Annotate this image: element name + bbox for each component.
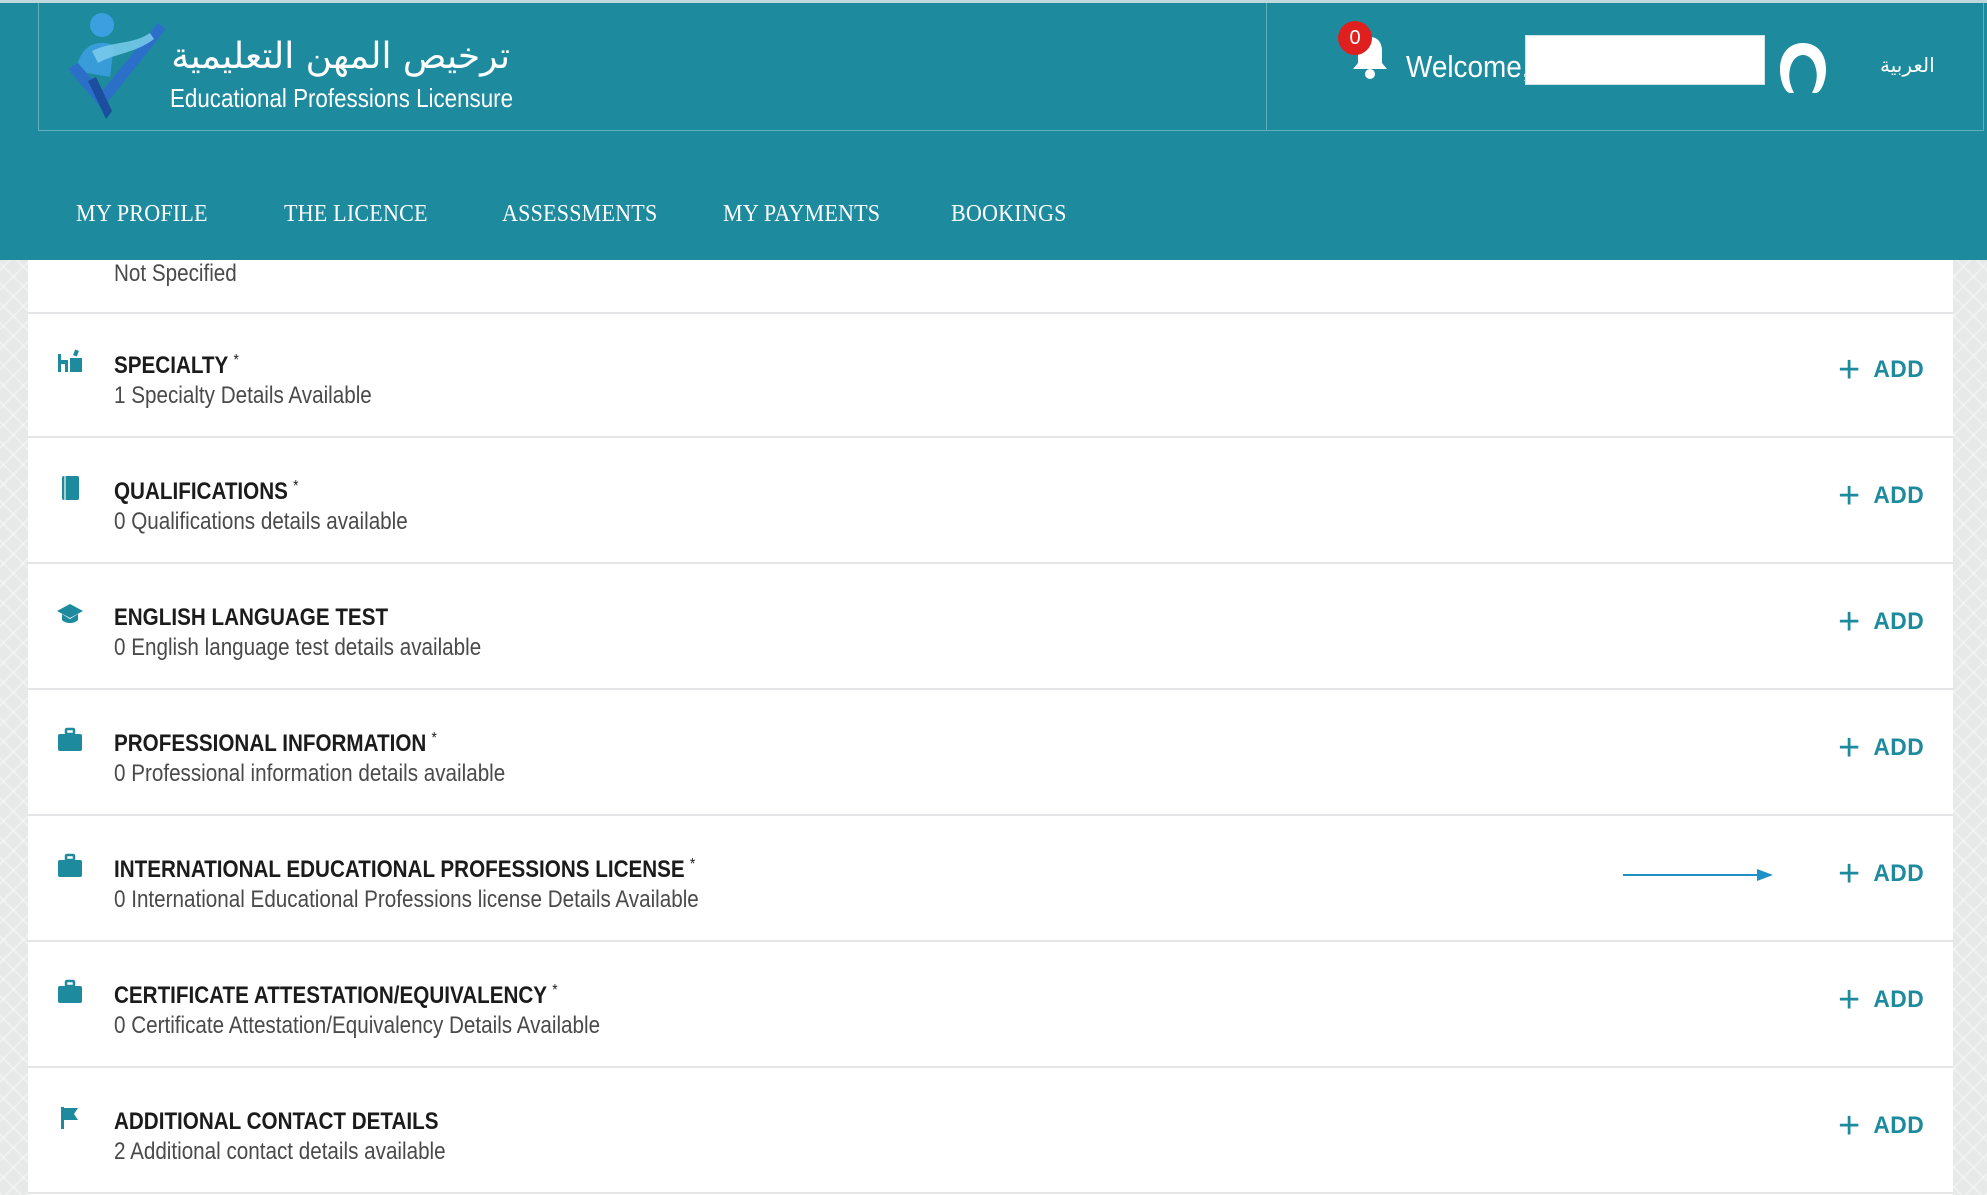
welcome-username — [1525, 35, 1765, 85]
add-additional-contact-button[interactable]: + ADD — [1838, 1106, 1926, 1146]
add-professional-information-button[interactable]: + ADD — [1838, 728, 1926, 768]
user-avatar-icon[interactable] — [1776, 39, 1830, 97]
notification-badge[interactable]: 0 — [1338, 21, 1372, 55]
section-row-qualifications: QUALIFICATIONS * 0 Qualifications details… — [28, 438, 1953, 564]
graduation-cap-icon — [57, 604, 83, 623]
section-row-international-license: INTERNATIONAL EDUCATIONAL PROFESSIONS LI… — [28, 816, 1953, 942]
nav-assessments[interactable]: ASSESSMENTS — [502, 201, 657, 228]
add-qualifications-button[interactable]: + ADD — [1838, 476, 1926, 516]
section-subtitle: 0 Certificate Attestation/Equivalency De… — [114, 1012, 601, 1039]
flag-icon — [61, 1107, 78, 1129]
section-row-certificate-attestation: CERTIFICATE ATTESTATION/EQUIVALENCY * 0 C… — [28, 942, 1953, 1068]
briefcase-icon — [58, 727, 82, 751]
section-subtitle: 0 Professional information details avail… — [114, 760, 506, 787]
add-english-test-button[interactable]: + ADD — [1838, 602, 1926, 642]
main-nav: MY PROFILE THE LICENCE ASSESSMENTS MY PA… — [0, 131, 1987, 263]
nav-bookings[interactable]: BOOKINGS — [951, 201, 1067, 228]
plus-icon: + — [1838, 853, 1861, 895]
section-row-specialty: SPECIALTY * 1 Specialty Details Available… — [28, 312, 1953, 438]
logo-icon[interactable] — [62, 11, 172, 123]
section-title: QUALIFICATIONS * — [114, 478, 299, 505]
nav-the-licence[interactable]: THE LICENCE — [284, 201, 428, 228]
section-row-additional-contact: ADDITIONAL CONTACT DETAILS 2 Additional … — [28, 1068, 1953, 1194]
section-row-professional-information: PROFESSIONAL INFORMATION * 0 Professional… — [28, 690, 1953, 816]
book-icon — [62, 476, 79, 500]
previous-section-value: Not Specified — [114, 260, 237, 287]
section-subtitle: 0 English language test details availabl… — [114, 634, 482, 661]
previous-section-remnant: Not Specified — [28, 260, 1953, 314]
annotation-arrow-icon — [1623, 869, 1773, 881]
logo-english-text: Educational Professions Licensure — [170, 83, 514, 113]
welcome-text: Welcome, — [1406, 49, 1530, 84]
add-certificate-attestation-button[interactable]: + ADD — [1838, 980, 1926, 1020]
plus-icon: + — [1838, 1105, 1861, 1147]
section-row-english-language-test: ENGLISH LANGUAGE TEST 0 English language… — [28, 564, 1953, 690]
briefcase-icon — [58, 979, 82, 1003]
add-specialty-button[interactable]: + ADD — [1838, 350, 1926, 390]
section-subtitle: 1 Specialty Details Available — [114, 382, 372, 409]
nav-my-profile[interactable]: MY PROFILE — [76, 201, 208, 228]
site-header: ترخيص المهن التعليمية Educational Profes… — [0, 0, 1987, 260]
nav-my-payments[interactable]: MY PAYMENTS — [723, 201, 880, 228]
logo-arabic-text: ترخيص المهن التعليمية — [171, 36, 510, 77]
plus-icon: + — [1838, 979, 1861, 1021]
section-subtitle: 2 Additional contact details available — [114, 1138, 446, 1165]
plus-icon: + — [1838, 601, 1861, 643]
section-title: INTERNATIONAL EDUCATIONAL PROFESSIONS LI… — [114, 856, 696, 883]
section-title: ENGLISH LANGUAGE TEST — [114, 604, 389, 631]
briefcase-icon — [58, 853, 82, 877]
section-title: SPECIALTY * — [114, 352, 239, 379]
section-subtitle: 0 Qualifications details available — [114, 508, 408, 535]
desk-chair-icon — [58, 349, 82, 372]
section-subtitle: 0 International Educational Professions … — [114, 886, 699, 913]
profile-panel: Not Specified SPECIALTY * 1 Specialty Det… — [28, 260, 1953, 1195]
section-title: CERTIFICATE ATTESTATION/EQUIVALENCY * — [114, 982, 558, 1009]
language-toggle[interactable]: العربية — [1880, 53, 1935, 77]
plus-icon: + — [1838, 475, 1861, 517]
add-international-license-button[interactable]: + ADD — [1838, 854, 1926, 894]
section-title: PROFESSIONAL INFORMATION * — [114, 730, 437, 757]
plus-icon: + — [1838, 727, 1861, 769]
section-title: ADDITIONAL CONTACT DETAILS — [114, 1108, 439, 1135]
top-divider — [1266, 3, 1267, 131]
plus-icon: + — [1838, 349, 1861, 391]
